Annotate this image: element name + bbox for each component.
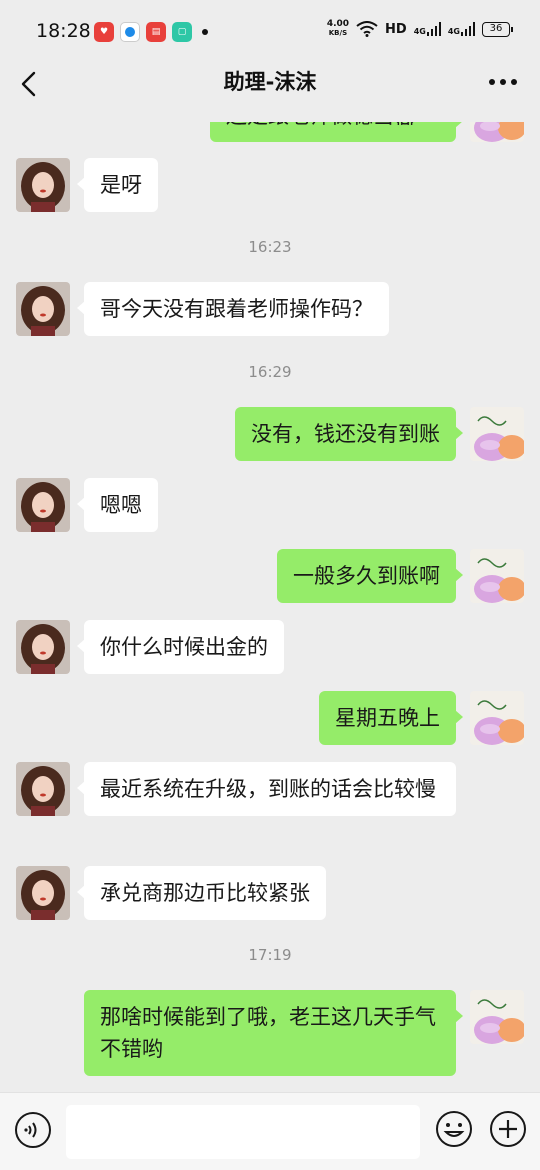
more-options-icon[interactable] [488,78,518,86]
battery-icon: 36 [482,21,513,37]
message-bubble-outgoing[interactable]: 那啥时候能到了哦，老王这几天手气不错哟 [84,990,463,1076]
message-bubble-incoming[interactable]: 是呀 [77,158,158,212]
message-input[interactable] [66,1105,420,1159]
input-bar [0,1092,540,1170]
message-bubble-outgoing[interactable]: 一般多久到账啊 [277,549,463,603]
contact-avatar[interactable] [16,478,70,532]
chat-title: 助理-沫沫 [223,70,317,94]
hd-label: HD [385,21,407,37]
signal-icon-1: 4G [414,22,441,36]
news-app-icon: ▤ [146,22,166,42]
my-avatar[interactable] [470,549,524,603]
message-bubble-incoming[interactable]: 承兑商那边币比较紧张 [77,866,326,920]
message-bubble-incoming[interactable]: 嗯嗯 [77,478,158,532]
more-notifications-dot [202,29,208,35]
phone-manager-icon: ▢ [172,22,192,42]
my-avatar[interactable] [470,691,524,745]
chat-area[interactable]: 还是跟老师做稳当😱 是呀 16:23 哥今天没有跟着老师操作码？ 16:29 没… [0,0,540,1092]
status-bar: 18:28 ♥ ▤ ▢ 4.00 KB/S HD 4G 4G 36 [0,0,540,62]
chat-header: 助理-沫沫 [0,62,540,122]
message-timestamp: 16:29 [248,363,292,381]
message-timestamp: 17:19 [248,946,292,964]
voice-icon[interactable] [14,1111,52,1149]
contact-avatar[interactable] [16,866,70,920]
notification-icons: ♥ ▤ ▢ [94,22,208,42]
message-bubble-incoming[interactable]: 你什么时候出金的 [77,620,284,674]
my-avatar[interactable] [470,990,524,1044]
status-time: 18:28 [36,20,91,42]
message-timestamp: 16:23 [248,238,292,256]
my-avatar[interactable] [470,407,524,461]
message-bubble-incoming[interactable]: 哥今天没有跟着老师操作码？ [77,282,389,336]
message-bubble-incoming[interactable]: 最近系统在升级，到账的话会比较慢 [77,762,456,816]
contact-avatar[interactable] [16,282,70,336]
emoji-icon[interactable] [434,1109,474,1149]
network-speed-unit: KB/S [328,29,348,37]
network-speed-value: 4.00 [326,19,350,29]
plus-icon[interactable] [488,1109,528,1149]
wifi-icon [356,21,378,37]
signal-1-label: 4G [413,27,426,36]
contact-avatar[interactable] [16,762,70,816]
signal-2-label: 4G [447,27,460,36]
browser-app-icon [120,22,140,42]
heart-app-icon: ♥ [94,22,114,42]
status-indicators: 4.00 KB/S HD 4G 4G 36 [327,20,513,38]
signal-icon-2: 4G [448,22,475,36]
contact-avatar[interactable] [16,620,70,674]
message-bubble-outgoing[interactable]: 星期五晚上 [319,691,463,745]
contact-avatar[interactable] [16,158,70,212]
network-speed: 4.00 KB/S [327,20,349,38]
message-bubble-outgoing[interactable]: 没有，钱还没有到账 [235,407,463,461]
